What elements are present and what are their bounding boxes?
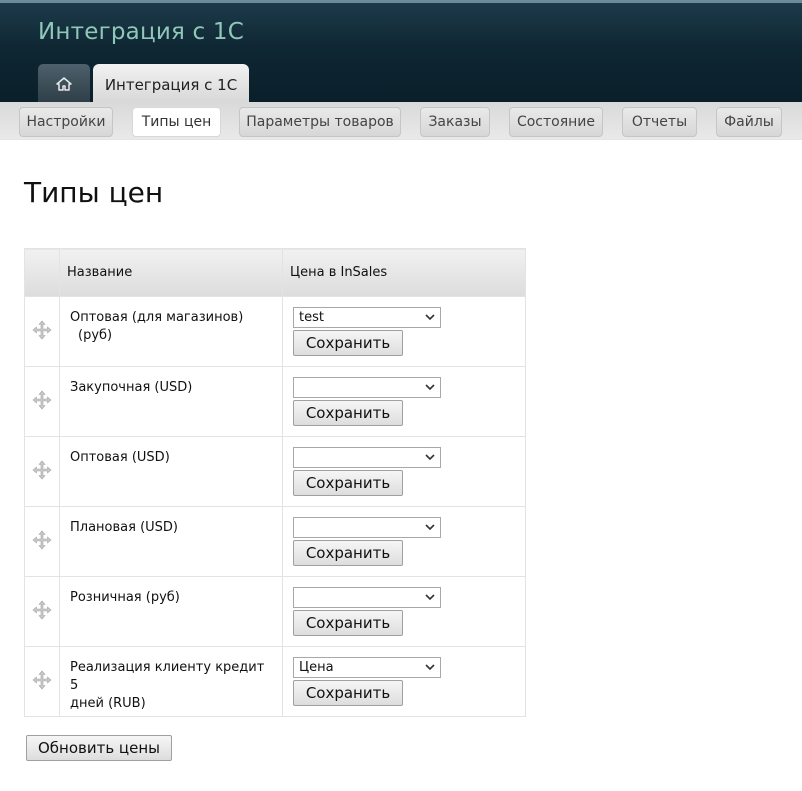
move-icon bbox=[32, 390, 52, 414]
insales-price-cell: test Сохранить bbox=[282, 296, 526, 367]
move-icon bbox=[32, 530, 52, 554]
insales-price-select[interactable] bbox=[293, 517, 441, 538]
price-type-name-line2: дней (RUB) bbox=[70, 696, 146, 711]
name-column-header: Название bbox=[59, 248, 283, 297]
move-icon bbox=[32, 670, 52, 694]
table-row: Закупочная (USD) Сохранить bbox=[24, 366, 526, 437]
insales-price-select[interactable] bbox=[293, 587, 441, 608]
page-title: Типы цен bbox=[24, 176, 164, 209]
home-tab[interactable] bbox=[38, 64, 90, 103]
subtab-reports[interactable]: Отчеты bbox=[622, 107, 697, 137]
price-types-table: Название Цена в InSales Оптовая (для маг… bbox=[24, 248, 526, 717]
drag-handle[interactable] bbox=[24, 576, 60, 647]
price-type-name: Оптовая (для магазинов) (руб) bbox=[59, 296, 283, 367]
save-button[interactable]: Сохранить bbox=[293, 610, 403, 636]
insales-price-cell: Сохранить bbox=[282, 506, 526, 577]
chevron-down-icon bbox=[424, 521, 436, 537]
subtab-product-params[interactable]: Параметры товаров bbox=[239, 107, 401, 137]
chevron-down-icon bbox=[424, 451, 436, 467]
price-type-name-line1: Плановая (USD) bbox=[70, 520, 179, 535]
move-icon bbox=[32, 320, 52, 344]
save-button[interactable]: Сохранить bbox=[293, 400, 403, 426]
drag-column-header bbox=[24, 248, 60, 297]
chevron-down-icon bbox=[424, 311, 436, 327]
price-type-name-line1: Оптовая (для магазинов) bbox=[70, 310, 244, 325]
drag-handle[interactable] bbox=[24, 506, 60, 577]
price-type-name-line2: (руб) bbox=[78, 328, 113, 343]
price-type-name-line1: Закупочная (USD) bbox=[70, 380, 193, 395]
insales-price-cell: Цена Сохранить bbox=[282, 646, 526, 717]
table-header-row: Название Цена в InSales bbox=[24, 248, 526, 297]
app-header: Интеграция с 1С Интеграция с 1С bbox=[0, 0, 802, 105]
price-type-name-line1: Оптовая (USD) bbox=[70, 450, 170, 465]
chevron-down-icon bbox=[424, 661, 436, 677]
app-title: Интеграция с 1С bbox=[38, 19, 244, 45]
drag-handle[interactable] bbox=[24, 366, 60, 437]
select-value: test bbox=[299, 310, 324, 325]
table-row: Розничная (руб) Сохранить bbox=[24, 576, 526, 647]
subtab-status[interactable]: Состояние bbox=[509, 107, 603, 137]
chevron-down-icon bbox=[424, 381, 436, 397]
price-type-name-line1: Реализация клиенту кредит 5 bbox=[70, 660, 265, 693]
table-row: Оптовая (для магазинов) (руб) test Сохранит… bbox=[24, 296, 526, 367]
subtab-settings[interactable]: Настройки bbox=[19, 107, 113, 137]
drag-handle[interactable] bbox=[24, 296, 60, 367]
insales-price-cell: Сохранить bbox=[282, 576, 526, 647]
price-column-header: Цена в InSales bbox=[282, 248, 526, 297]
table-row: Плановая (USD) Сохранить bbox=[24, 506, 526, 577]
price-type-name: Розничная (руб) bbox=[59, 576, 283, 647]
tab-integration-1c[interactable]: Интеграция с 1С bbox=[93, 64, 249, 105]
save-button[interactable]: Сохранить bbox=[293, 330, 403, 356]
table-row: Реализация клиенту кредит 5 дней (RUB) Цен… bbox=[24, 646, 526, 717]
move-icon bbox=[32, 600, 52, 624]
table-row: Оптовая (USD) Сохранить bbox=[24, 436, 526, 507]
insales-price-cell: Сохранить bbox=[282, 436, 526, 507]
price-type-name: Плановая (USD) bbox=[59, 506, 283, 577]
chevron-down-icon bbox=[424, 591, 436, 607]
insales-price-select[interactable]: Цена bbox=[293, 657, 441, 678]
save-button[interactable]: Сохранить bbox=[293, 680, 403, 706]
price-type-name: Реализация клиенту кредит 5 дней (RUB) bbox=[59, 646, 283, 717]
price-type-name-line1: Розничная (руб) bbox=[70, 590, 180, 605]
subtab-files[interactable]: Файлы bbox=[716, 107, 782, 137]
save-button[interactable]: Сохранить bbox=[293, 540, 403, 566]
insales-price-select[interactable]: test bbox=[293, 307, 441, 328]
drag-handle[interactable] bbox=[24, 646, 60, 717]
drag-handle[interactable] bbox=[24, 436, 60, 507]
price-type-name: Закупочная (USD) bbox=[59, 366, 283, 437]
save-button[interactable]: Сохранить bbox=[293, 470, 403, 496]
select-value: Цена bbox=[299, 660, 334, 675]
insales-price-select[interactable] bbox=[293, 447, 441, 468]
subtab-price-types[interactable]: Типы цен bbox=[132, 107, 221, 137]
price-type-name: Оптовая (USD) bbox=[59, 436, 283, 507]
insales-price-cell: Сохранить bbox=[282, 366, 526, 437]
subtab-orders[interactable]: Заказы bbox=[420, 107, 490, 137]
move-icon bbox=[32, 460, 52, 484]
insales-price-select[interactable] bbox=[293, 377, 441, 398]
refresh-prices-button[interactable]: Обновить цены bbox=[26, 735, 172, 761]
sub-navigation: Настройки Типы цен Параметры товаров Зак… bbox=[0, 102, 802, 140]
home-icon bbox=[56, 76, 72, 91]
